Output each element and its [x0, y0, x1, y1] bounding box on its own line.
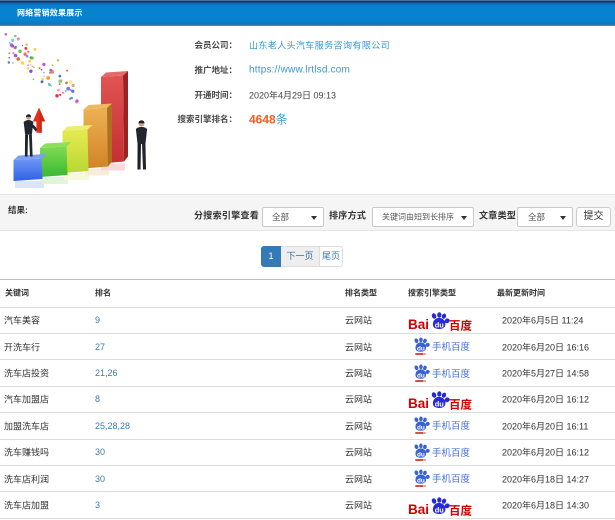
svg-text:du: du	[435, 505, 445, 514]
svg-text:du: du	[417, 345, 425, 352]
svg-text:手机百度: 手机百度	[432, 339, 471, 353]
svg-text:du: du	[417, 372, 425, 379]
svg-text:du: du	[435, 399, 445, 408]
svg-text:Bai: Bai	[408, 502, 429, 517]
svg-text:手机百度: 手机百度	[432, 445, 471, 459]
svg-text:Bai: Bai	[408, 317, 429, 332]
svg-text:du: du	[417, 477, 425, 484]
svg-text:百度: 百度	[449, 396, 472, 412]
svg-text:Bai: Bai	[408, 396, 429, 411]
svg-text:百度: 百度	[449, 502, 472, 518]
svg-text:du: du	[417, 451, 425, 458]
svg-text:百度: 百度	[449, 317, 472, 333]
svg-text:手机百度: 手机百度	[432, 366, 471, 380]
svg-text:du: du	[435, 320, 445, 329]
svg-text:du: du	[417, 425, 425, 432]
svg-text:手机百度: 手机百度	[432, 471, 471, 485]
svg-text:手机百度: 手机百度	[432, 418, 471, 432]
